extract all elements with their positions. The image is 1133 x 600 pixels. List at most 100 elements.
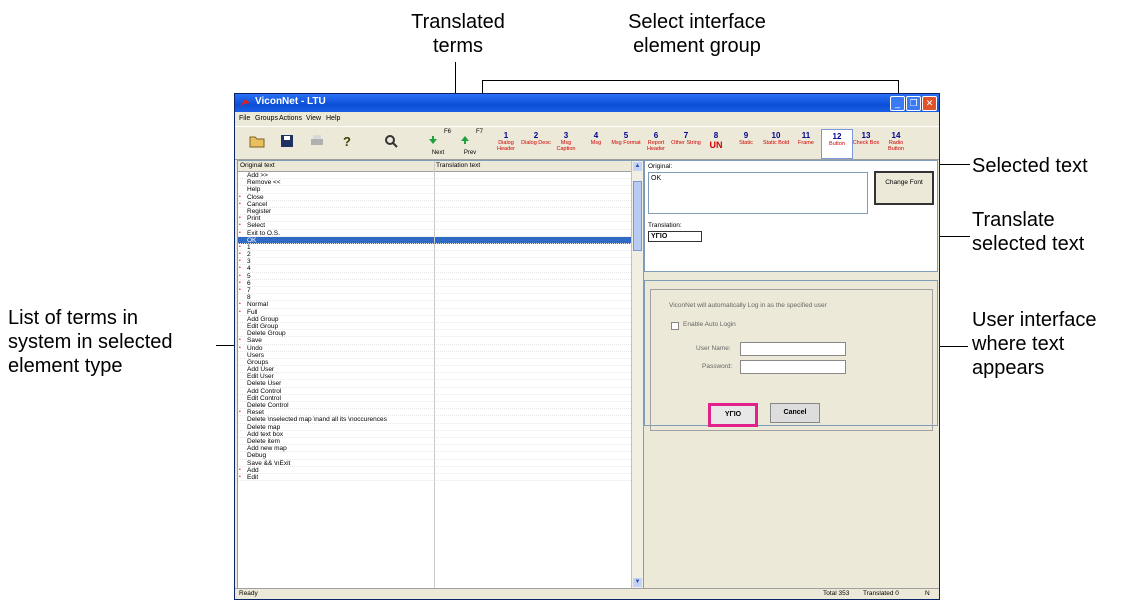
editor-panel: Original: OK Change Font Translation: ΥΓ… (644, 160, 938, 272)
group-button-3[interactable]: 3 Msg Caption (551, 129, 581, 157)
row-original-text: 1 (247, 243, 251, 251)
group-button-11[interactable]: 11 Frame (791, 129, 821, 157)
status-bar: Ready Total 353 Translated 0 N (235, 588, 939, 599)
group-button-13[interactable]: 13 Check Box (851, 129, 881, 157)
ui-preview: ViconNet will automatically Log in as th… (644, 280, 938, 431)
minimize-button[interactable]: _ (890, 96, 905, 111)
menu-file[interactable]: File (239, 115, 250, 122)
close-button[interactable]: ✕ (922, 96, 937, 111)
list-scrollbar[interactable]: ▲ ▼ (631, 161, 643, 588)
change-font-label: Change Font (885, 179, 923, 186)
restore-button[interactable]: ❐ (906, 96, 921, 111)
row-original-text: Delete map (247, 423, 281, 431)
original-label: Original: (648, 163, 673, 170)
original-textbox[interactable]: OK (648, 172, 868, 214)
group-button-12[interactable]: 12 Button (821, 129, 853, 159)
group-number: 8 (713, 131, 719, 140)
group-name: Msg Caption (556, 140, 576, 152)
next-key: F6 (443, 129, 451, 135)
print-icon (311, 135, 323, 145)
auto-login-checkbox[interactable] (671, 322, 679, 330)
scroll-down-icon[interactable]: ▼ (633, 578, 642, 587)
translation-label: Translation: (648, 222, 682, 229)
group-number: 14 (891, 131, 901, 140)
term-list: Original text Translation text Add >> Rem… (237, 160, 644, 589)
group-number: 5 (623, 131, 629, 140)
menu-groups[interactable]: Groups (255, 115, 278, 122)
find-icon (385, 135, 398, 148)
row-original-text: Delete Group (247, 330, 286, 338)
password-label: Password: (702, 363, 733, 370)
prev-key: F7 (475, 129, 483, 135)
preview-cancel-button[interactable]: Cancel (770, 403, 820, 423)
username-label: User Name: (696, 345, 731, 352)
group-button-8[interactable]: 8 UN (701, 129, 731, 157)
group-name: Msg Format (611, 140, 641, 146)
group-button-2[interactable]: 2 Dialog Desc (521, 129, 551, 157)
group-name: UN (709, 140, 723, 150)
row-marker-icon: • (239, 243, 241, 250)
row-original-text: Add (247, 466, 259, 474)
status-mode: N (925, 590, 930, 597)
row-marker-icon: • (239, 287, 241, 293)
help-button[interactable]: ? (337, 131, 357, 151)
username-field[interactable] (740, 342, 846, 356)
open-button[interactable] (247, 131, 267, 151)
menu-bar: File Groups Actions View Help (235, 113, 939, 125)
row-original-text: 4 (247, 265, 251, 273)
scroll-up-icon[interactable]: ▲ (633, 162, 642, 171)
group-button-14[interactable]: 14 Radio Button (881, 129, 911, 157)
group-number: 13 (861, 131, 871, 140)
row-original-text: Users (247, 351, 264, 359)
group-button-7[interactable]: 7 Other String (671, 129, 701, 157)
scroll-thumb[interactable] (633, 181, 642, 251)
auto-login-label: Enable Auto Login (683, 321, 736, 328)
row-marker-icon: • (239, 473, 241, 480)
callout-translate-selected: Translate selected text (972, 208, 1084, 256)
row-marker-icon: • (239, 251, 241, 258)
callout-translate-selected-line2: selected text (972, 233, 1085, 255)
group-button-6[interactable]: 6 Report Header (641, 129, 671, 157)
row-original-text: Remove << (247, 179, 281, 187)
group-button-5[interactable]: 5 Msg Format (611, 129, 641, 157)
group-name: Report Header (646, 140, 666, 152)
next-label: Next (431, 150, 445, 156)
original-value: OK (651, 175, 662, 182)
preview-message: ViconNet will automatically Log in as th… (669, 302, 827, 309)
group-name: Check Box (852, 140, 880, 146)
menu-help[interactable]: Help (326, 115, 340, 122)
print-button[interactable] (307, 131, 327, 151)
callout-ui-where-appears-line1: User interface (972, 309, 1097, 331)
row-original-text: Save && \nExit (247, 459, 291, 467)
col-original-header[interactable]: Original text (240, 162, 275, 169)
row-marker-icon: • (239, 466, 241, 473)
group-name: Dialog Desc (521, 140, 551, 146)
password-field[interactable] (740, 360, 846, 374)
save-button[interactable] (277, 131, 297, 151)
menu-actions[interactable]: Actions (279, 115, 302, 122)
change-font-button[interactable]: Change Font (874, 171, 934, 205)
group-button-10[interactable]: 10 Static Bold (761, 129, 791, 157)
group-number: 3 (563, 131, 569, 140)
help-icon: ? (343, 134, 351, 149)
translation-input[interactable]: ΥΓΙΟ (648, 231, 702, 242)
group-button-9[interactable]: 9 Static (731, 129, 761, 157)
group-number: 2 (533, 131, 539, 140)
group-number: 12 (832, 132, 842, 141)
group-button-1[interactable]: 1 Dialog Header (491, 129, 521, 157)
callout-translated-terms: Translated terms (388, 10, 528, 58)
col-translation-header[interactable]: Translation text (436, 162, 480, 169)
menu-view[interactable]: View (306, 115, 321, 122)
row-marker-icon: • (239, 215, 241, 222)
callout-list-of-terms-line1: List of terms in (8, 307, 139, 329)
preview-ok-button[interactable]: ΥΓΙΟ (708, 403, 758, 427)
row-original-text: Debug (247, 452, 267, 460)
prev-button[interactable]: F7 Prev (455, 129, 485, 157)
find-button[interactable] (381, 131, 401, 151)
status-ready: Ready (239, 590, 258, 597)
save-icon (281, 135, 293, 147)
row-original-text: Select (247, 222, 266, 230)
callout-selected-text: Selected text (972, 155, 1088, 177)
group-button-4[interactable]: 4 Msg (581, 129, 611, 157)
next-button[interactable]: F6 Next (423, 129, 453, 157)
